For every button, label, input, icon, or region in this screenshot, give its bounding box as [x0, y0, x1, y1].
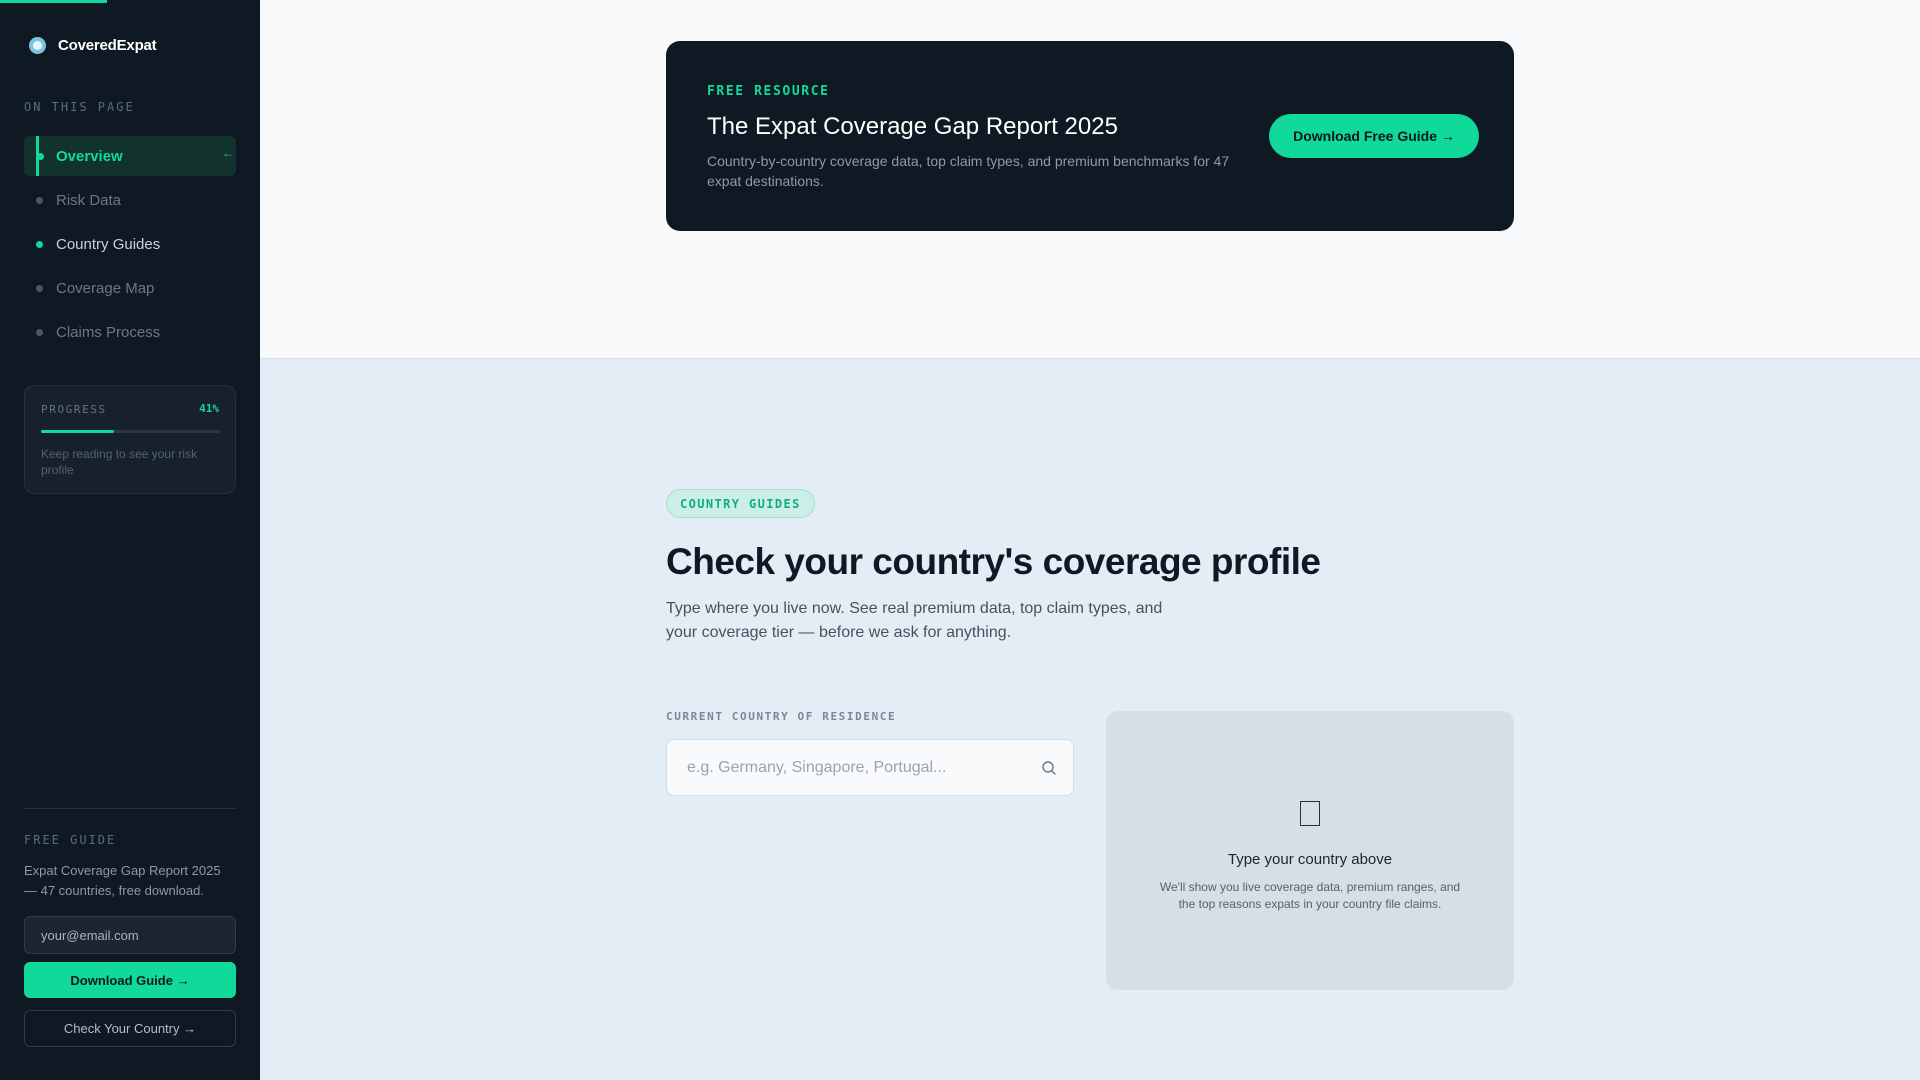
- country-guides-section: COUNTRY GUIDES Check your country's cove…: [260, 358, 1920, 1080]
- section-title: Check your country's coverage profile: [666, 541, 1321, 582]
- country-search-box: [666, 739, 1074, 796]
- progress-note: Keep reading to see your risk profile: [41, 447, 198, 477]
- nav-dot-icon: [36, 197, 43, 204]
- sidebar: CoveredExpat ON THIS PAGE Overview ← Ris…: [0, 0, 260, 1080]
- sidebar-item-coverage-map[interactable]: Coverage Map: [24, 268, 236, 308]
- sidebar-item-country-guides[interactable]: Country Guides: [24, 224, 236, 264]
- country-field-label: CURRENT COUNTRY OF RESIDENCE: [666, 710, 897, 723]
- search-icon[interactable]: [1041, 760, 1057, 776]
- check-your-country-button[interactable]: Check Your Country →: [24, 1010, 236, 1047]
- free-guide-heading: FREE GUIDE: [24, 833, 117, 847]
- banner-title: The Expat Coverage Gap Report 2025: [707, 113, 1118, 140]
- progress-value: 41%: [199, 402, 219, 415]
- progress-track: [41, 430, 220, 433]
- empty-state-description: We'll show you live coverage data, premi…: [1159, 880, 1461, 911]
- nav-dot-icon: [36, 329, 43, 336]
- sidebar-item-label: Coverage Map: [56, 279, 155, 297]
- sidebar-item-claims-process[interactable]: Claims Process: [24, 312, 236, 352]
- download-free-guide-button[interactable]: Download Free Guide →: [1269, 114, 1479, 158]
- reading-progress-bar: [0, 0, 107, 3]
- sidebar-item-label: Risk Data: [56, 191, 122, 209]
- brand[interactable]: CoveredExpat: [29, 37, 157, 54]
- resource-section: FREE RESOURCE The Expat Coverage Gap Rep…: [260, 0, 1920, 358]
- nav-dot-icon: [37, 153, 44, 160]
- brand-name: CoveredExpat: [58, 37, 157, 54]
- sidebar-item-overview[interactable]: Overview ←: [24, 136, 236, 176]
- download-guide-button[interactable]: Download Guide →: [24, 962, 236, 998]
- nav-dot-icon: [36, 285, 43, 292]
- divider: [24, 808, 236, 809]
- document-icon: [1300, 801, 1320, 826]
- sidebar-item-label: Country Guides: [56, 235, 161, 253]
- sidebar-item-label: Overview: [56, 147, 123, 165]
- nav-dot-icon: [36, 241, 43, 248]
- coverage-result-card: Type your country above We'll show you l…: [1106, 711, 1514, 990]
- section-badge: COUNTRY GUIDES: [666, 489, 815, 518]
- country-search-input[interactable]: [667, 740, 1027, 795]
- on-this-page-heading: ON THIS PAGE: [24, 100, 135, 114]
- free-guide-text: Expat Coverage Gap Report 2025 — 47 coun…: [24, 863, 221, 898]
- empty-state-title: Type your country above: [1227, 851, 1393, 868]
- banner-eyebrow: FREE RESOURCE: [707, 84, 830, 99]
- free-resource-banner: FREE RESOURCE The Expat Coverage Gap Rep…: [666, 41, 1514, 231]
- progress-card: PROGRESS 41% Keep reading to see your ri…: [24, 385, 236, 494]
- progress-fill: [41, 430, 115, 433]
- main-content: FREE RESOURCE The Expat Coverage Gap Rep…: [260, 0, 1920, 1080]
- section-description: Type where you live now. See real premiu…: [666, 600, 1163, 641]
- brand-logo-icon: [29, 37, 46, 54]
- sidebar-item-label: Claims Process: [56, 323, 161, 341]
- progress-label: PROGRESS: [41, 403, 107, 416]
- page-nav: Overview ← Risk Data Country Guides Cove…: [24, 136, 236, 356]
- email-field[interactable]: [24, 916, 236, 954]
- arrow-left-icon: ←: [222, 146, 234, 160]
- sidebar-item-risk-data[interactable]: Risk Data: [24, 180, 236, 220]
- banner-description: Country-by-country coverage data, top cl…: [707, 153, 1230, 189]
